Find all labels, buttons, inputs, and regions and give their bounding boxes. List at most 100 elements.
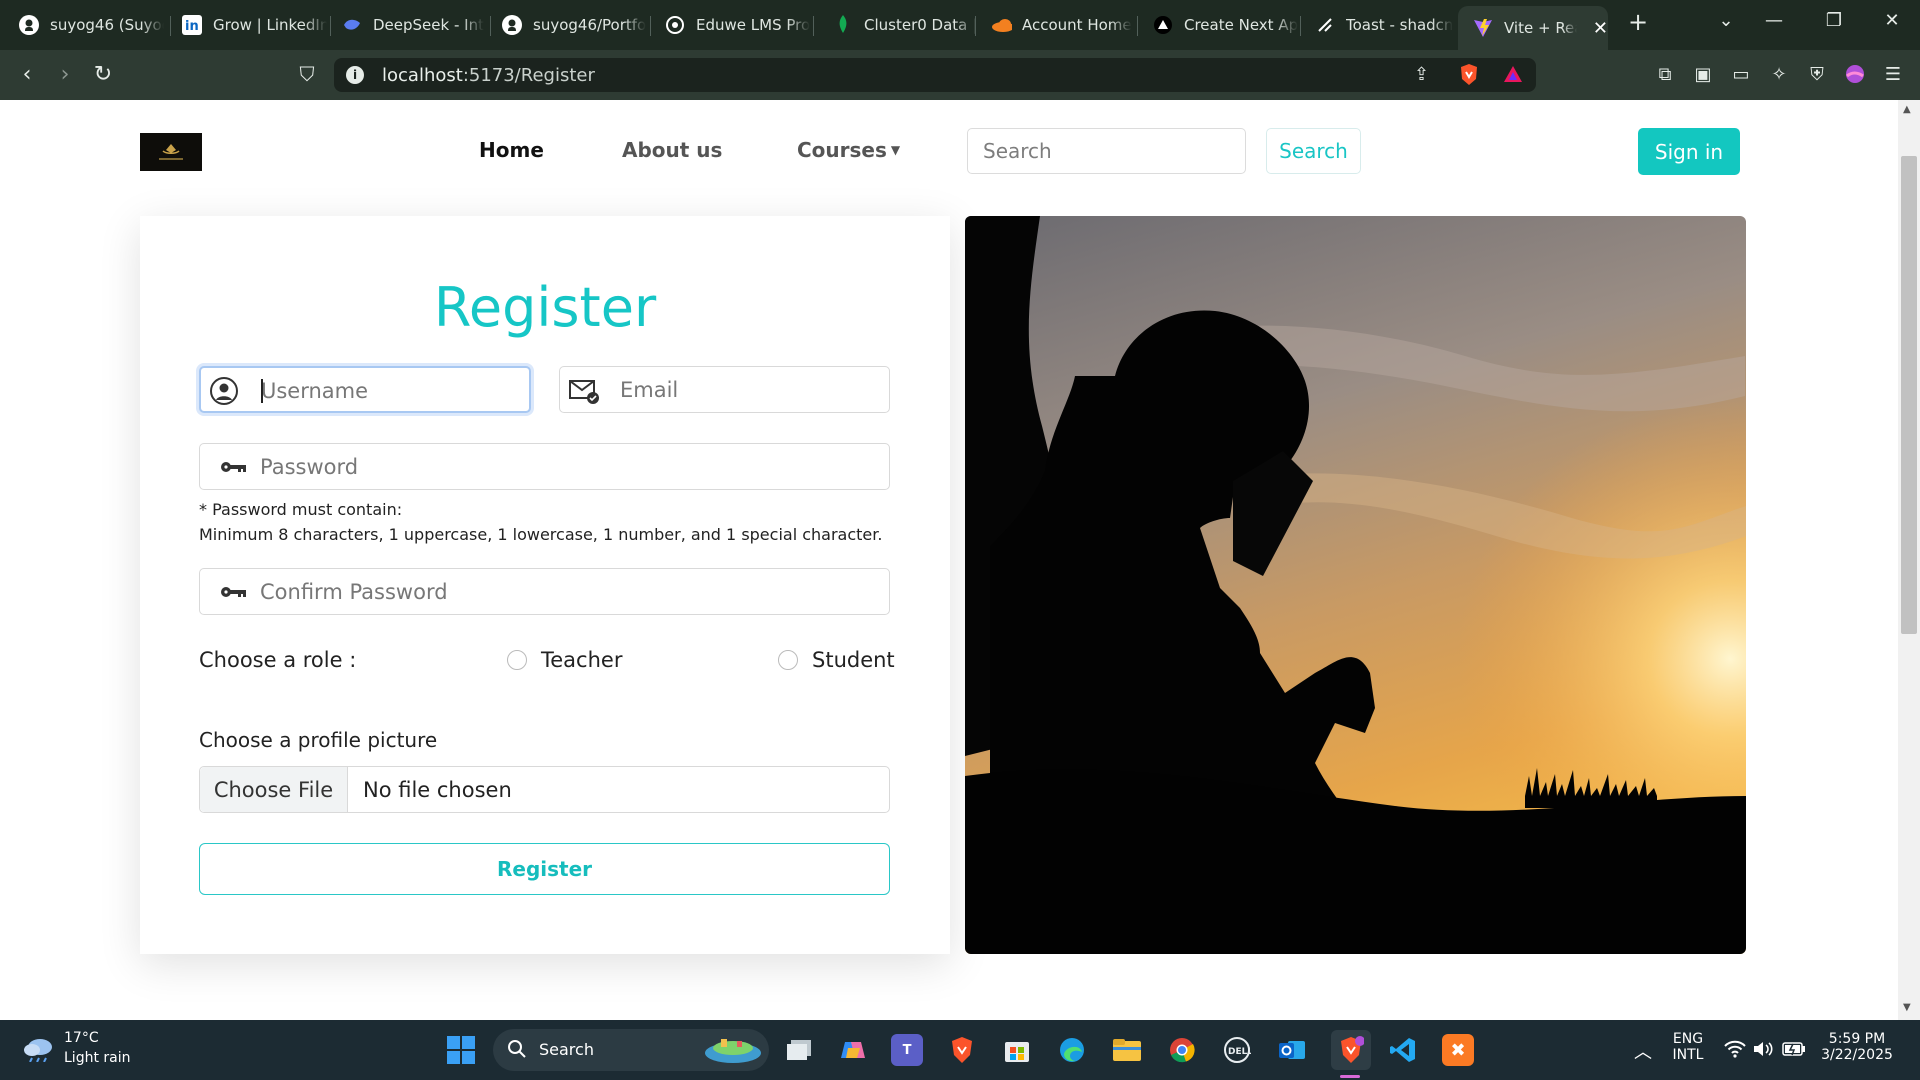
page-viewport: Home About us Courses▼ Search Sign in Re…: [0, 100, 1898, 1020]
tab-eduwe-lms[interactable]: Eduwe LMS Pro: [650, 5, 810, 45]
tab-toast-shadcn[interactable]: Toast - shadcn: [1300, 5, 1460, 45]
password-input[interactable]: [260, 444, 860, 489]
caret-down-icon: ▼: [890, 143, 901, 157]
role-student-option[interactable]: Student: [778, 648, 895, 672]
vscode-icon[interactable]: [1387, 1034, 1419, 1066]
cloudflare-icon: [990, 14, 1012, 36]
tab-github-portfolio[interactable]: suyog46/Portfo: [487, 5, 647, 45]
tab-mongodb-cluster[interactable]: Cluster0 Data |: [818, 5, 978, 45]
tab-label: Grow | LinkedIn: [213, 16, 327, 34]
back-icon[interactable]: ‹: [12, 62, 42, 87]
close-window-icon[interactable]: ✕: [1872, 10, 1912, 31]
site-logo[interactable]: [140, 133, 202, 171]
tab-list-chevron-icon[interactable]: ⌄: [1706, 10, 1746, 31]
brave-rewards-icon[interactable]: [1502, 64, 1524, 88]
language-indicator[interactable]: ENG INTL: [1666, 1031, 1710, 1063]
xampp-icon[interactable]: ✖: [1442, 1034, 1474, 1066]
scrollbar-thumb[interactable]: [1901, 156, 1917, 634]
url-path: :5173/Register: [462, 65, 595, 86]
teams-icon[interactable]: T: [891, 1034, 923, 1066]
sign-in-button[interactable]: Sign in: [1638, 128, 1740, 175]
leo-ai-icon[interactable]: ✧: [1768, 64, 1790, 86]
password-hint-line2: Minimum 8 characters, 1 uppercase, 1 low…: [199, 525, 883, 544]
new-tab-icon[interactable]: +: [1618, 8, 1658, 36]
battery-charging-icon[interactable]: [1782, 1041, 1806, 1061]
sidebar-icon[interactable]: ▣: [1692, 64, 1714, 86]
password-hint-line1: * Password must contain:: [199, 500, 403, 519]
browser-toolbar: ‹ › ↻ ⛉ i localhost:5173/Register ⇪ ⧉ ▣ …: [0, 50, 1920, 100]
profile-picture-file-input[interactable]: Choose File No file chosen: [199, 766, 890, 813]
copilot-icon[interactable]: [837, 1034, 869, 1066]
username-input[interactable]: [261, 368, 511, 413]
mail-check-icon: [568, 375, 599, 405]
scroll-down-arrow-icon[interactable]: ▼: [1903, 1002, 1911, 1013]
tab-linkedin[interactable]: in Grow | LinkedIn: [167, 5, 327, 45]
edge-icon[interactable]: [1056, 1034, 1088, 1066]
minimize-icon[interactable]: —: [1754, 10, 1794, 31]
confirm-password-field[interactable]: [199, 568, 890, 615]
address-url[interactable]: localhost:5173/Register: [382, 65, 595, 86]
volume-icon[interactable]: [1752, 1040, 1774, 1062]
tab-create-next-app[interactable]: Create Next Ap: [1138, 5, 1298, 45]
vite-icon: [1472, 17, 1494, 39]
brave-active-icon[interactable]: [1331, 1030, 1371, 1070]
share-icon[interactable]: ⇪: [1414, 64, 1429, 85]
vpn-shield-icon[interactable]: ⛨: [1806, 64, 1828, 86]
mongodb-leaf-icon: [832, 14, 854, 36]
wifi-icon[interactable]: [1724, 1040, 1746, 1062]
choose-file-button[interactable]: Choose File: [200, 767, 348, 812]
confirm-password-input[interactable]: [260, 569, 860, 614]
forward-icon[interactable]: ›: [50, 62, 80, 87]
page-scrollbar[interactable]: ▲ ▼: [1898, 100, 1920, 1020]
brave-icon[interactable]: [946, 1034, 978, 1066]
nav-home[interactable]: Home: [479, 138, 544, 162]
clock[interactable]: 5:59 PM 3/22/2025: [1812, 1031, 1902, 1063]
tab-deepseek[interactable]: DeepSeek - Int: [327, 5, 487, 45]
role-teacher-option[interactable]: Teacher: [507, 648, 622, 672]
username-field[interactable]: [199, 366, 531, 413]
task-view-icon[interactable]: [783, 1034, 815, 1066]
student-radio[interactable]: [778, 650, 798, 670]
active-app-indicator: [1340, 1075, 1360, 1078]
taskbar-search[interactable]: Search: [493, 1029, 769, 1071]
scroll-up-arrow-icon[interactable]: ▲: [1903, 104, 1911, 115]
start-windows-icon[interactable]: [447, 1036, 475, 1064]
weather-widget[interactable]: 17°C Light rain: [0, 1020, 160, 1080]
chrome-icon[interactable]: [1166, 1034, 1198, 1066]
menu-icon[interactable]: ☰: [1882, 64, 1904, 86]
language-line1: ENG: [1672, 1031, 1704, 1047]
profile-avatar-icon[interactable]: [1844, 64, 1866, 86]
search-input[interactable]: [967, 128, 1246, 174]
tab-github-suyog[interactable]: suyog46 (Suyog: [4, 5, 164, 45]
restore-icon[interactable]: ❐: [1814, 10, 1854, 31]
dell-icon[interactable]: DELL: [1221, 1034, 1253, 1066]
tab-label: suyog46 (Suyog: [50, 16, 164, 34]
register-submit-button[interactable]: Register: [199, 843, 890, 895]
file-explorer-icon[interactable]: [1111, 1034, 1143, 1066]
reload-icon[interactable]: ↻: [88, 62, 118, 87]
url-host: localhost: [382, 65, 463, 86]
tab-vite-react[interactable]: Vite + Rea ✕: [1458, 6, 1608, 50]
rain-cloud-icon: [22, 1036, 56, 1066]
microsoft-store-icon[interactable]: [1001, 1034, 1033, 1066]
email-field[interactable]: [559, 366, 890, 413]
nav-about-us[interactable]: About us: [622, 138, 722, 162]
brave-shields-icon[interactable]: [1458, 63, 1480, 91]
bookmark-icon[interactable]: ⛉: [292, 62, 322, 86]
address-bar[interactable]: i localhost:5173/Register ⇪: [334, 58, 1536, 92]
tab-cloudflare-account[interactable]: Account Home: [976, 5, 1136, 45]
extensions-icon[interactable]: ⧉: [1654, 64, 1676, 86]
email-input[interactable]: [620, 367, 870, 412]
search-button[interactable]: Search: [1266, 128, 1361, 174]
tray-overflow-chevron-icon[interactable]: ︿: [1634, 1038, 1652, 1064]
password-field[interactable]: [199, 443, 890, 490]
site-info-icon[interactable]: i: [346, 66, 364, 84]
nav-courses[interactable]: Courses ▼: [797, 138, 900, 162]
text-caret: [261, 379, 263, 403]
teacher-radio[interactable]: [507, 650, 527, 670]
outlook-icon[interactable]: [1276, 1034, 1308, 1066]
wallet-icon[interactable]: ▭: [1730, 64, 1752, 86]
register-card: Register * Password must contain: Minimu…: [140, 216, 950, 954]
close-tab-icon[interactable]: ✕: [1593, 18, 1608, 39]
shadcn-icon: [1314, 14, 1336, 36]
